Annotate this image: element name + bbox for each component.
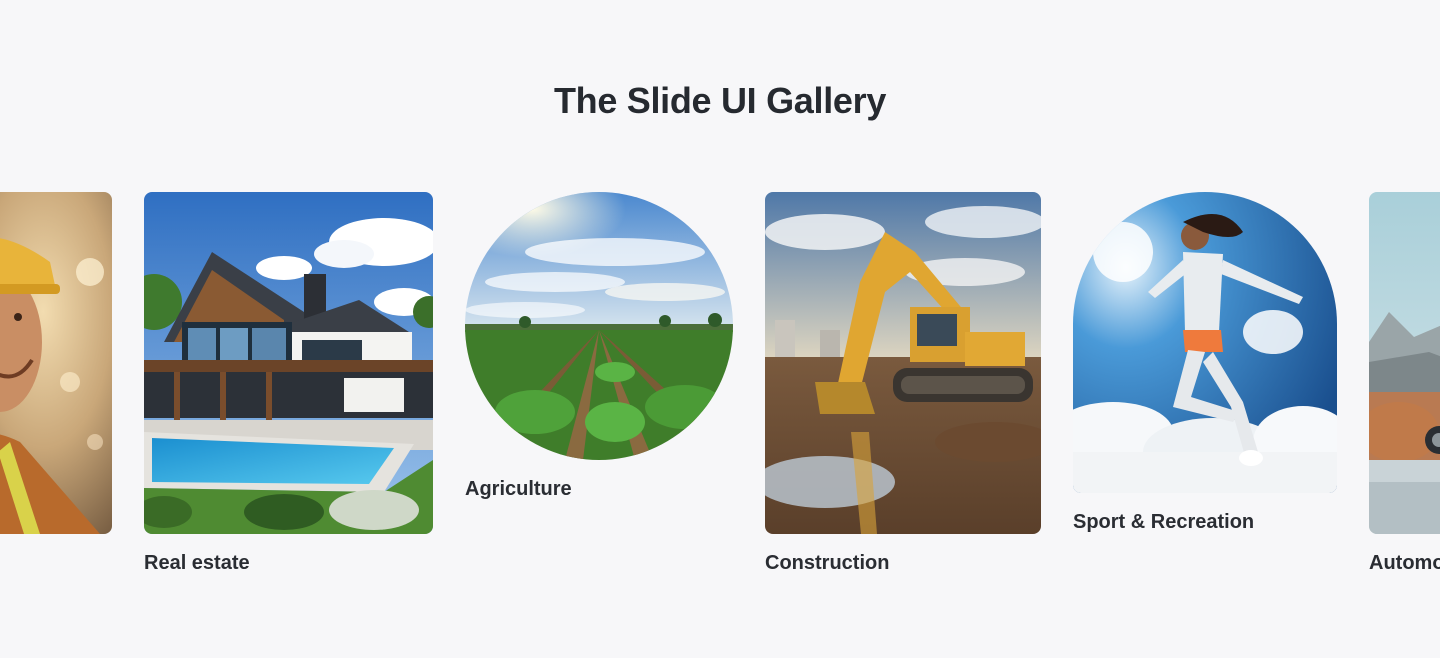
slide-label: Real estate: [144, 552, 250, 574]
slide-label: Construction: [765, 552, 890, 574]
slide-real-estate[interactable]: Real estate: [144, 192, 433, 575]
automotive-image[interactable]: [1369, 192, 1440, 534]
gallery-page: The Slide UI Gallery Real estate Agricul…: [0, 0, 1440, 658]
agriculture-image[interactable]: [465, 192, 733, 460]
slide-label: Sport & Recreation: [1073, 511, 1255, 533]
slide-agriculture[interactable]: Agriculture: [465, 192, 733, 501]
sport-recreation-image[interactable]: [1073, 192, 1337, 493]
slide-construction[interactable]: Construction: [765, 192, 1041, 575]
slide-track[interactable]: Real estate Agriculture Construction Spo…: [0, 192, 1440, 612]
construction-image[interactable]: [765, 192, 1041, 534]
slide-automotive[interactable]: Automo: [1369, 192, 1440, 575]
page-title: The Slide UI Gallery: [553, 80, 887, 121]
real-estate-image[interactable]: [144, 192, 433, 534]
slide-construction-worker[interactable]: [0, 192, 112, 534]
slide-label: Agriculture: [465, 478, 572, 500]
construction-worker-image[interactable]: [0, 192, 112, 534]
slide-sport-recreation[interactable]: Sport & Recreation: [1073, 192, 1337, 534]
slide-label: Automo: [1369, 552, 1440, 574]
